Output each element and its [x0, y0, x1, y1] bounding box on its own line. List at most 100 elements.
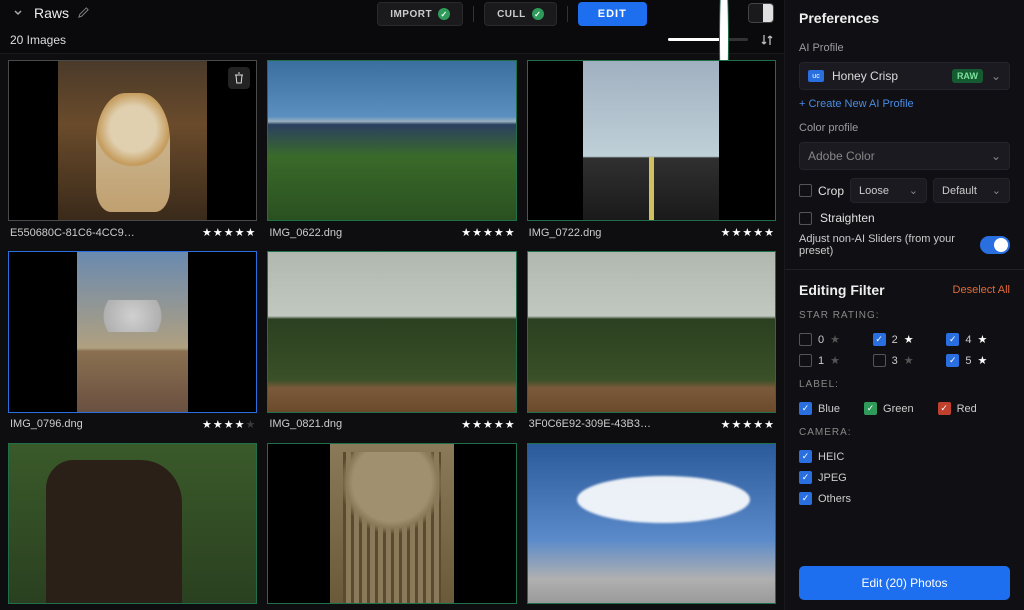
thumbnail[interactable] [527, 251, 776, 412]
star-icon: ★ [494, 418, 504, 431]
camera-filter-option[interactable]: ✓HEIC [799, 450, 1010, 463]
star-icon: ★ [904, 333, 914, 346]
thumbnail-meta: IMG_0622.dng★★★★★ [267, 221, 516, 241]
thumbnail[interactable] [267, 443, 516, 604]
thumbnail[interactable] [527, 443, 776, 604]
rating-stars[interactable]: ★★★★★ [202, 226, 255, 239]
star-icon: ★ [472, 226, 482, 239]
rating-stars[interactable]: ★★★★★ [721, 226, 774, 239]
crop-checkbox[interactable] [799, 184, 812, 197]
star-filter-option[interactable]: 1 ★ [799, 354, 863, 367]
thumbnail-meta: 3F0C6E92-309E-43B3…★★★★★ [527, 413, 776, 433]
edit-tab-button[interactable]: EDIT [578, 2, 647, 26]
subheader: 20 Images [0, 26, 784, 54]
star-icon: ★ [830, 354, 840, 367]
filename-label: IMG_0722.dng [529, 227, 602, 239]
crop-mode-select[interactable]: Loose⌄ [850, 178, 927, 203]
star-rating-label: STAR RATING: [799, 310, 1010, 321]
image-card[interactable] [8, 443, 257, 604]
color-profile-select[interactable]: Adobe Color ⌄ [799, 142, 1010, 170]
star-icon: ★ [904, 354, 914, 367]
checkbox[interactable]: ✓ [864, 402, 877, 415]
workflow-tabs: IMPORT ✓ CULL ✓ EDIT [128, 2, 784, 26]
filename-label: IMG_0821.dng [269, 418, 342, 430]
image-card[interactable]: IMG_0796.dng ★★★★★ [8, 251, 257, 432]
trash-icon[interactable] [228, 67, 250, 89]
star-icon: ★ [224, 226, 234, 239]
create-profile-link[interactable]: + Create New AI Profile [799, 98, 1010, 110]
sort-icon[interactable] [760, 33, 774, 47]
edit-photos-button[interactable]: Edit (20) Photos [799, 566, 1010, 600]
star-icon: ★ [245, 418, 255, 431]
star-filter-option[interactable]: ✓4 ★ [946, 333, 1010, 346]
filename-label: IMG_0796.dng [10, 418, 83, 430]
star-icon: ★ [461, 226, 471, 239]
rating-stars[interactable]: ★★★★★ [461, 226, 514, 239]
checkbox[interactable]: ✓ [799, 450, 812, 463]
star-icon: ★ [505, 418, 515, 431]
thumbnail[interactable] [527, 60, 776, 221]
star-filter-option[interactable]: 3 ★ [873, 354, 937, 367]
label-filter-option[interactable]: ✓Red [938, 402, 977, 415]
image-card[interactable] [527, 443, 776, 604]
checkbox[interactable] [799, 333, 812, 346]
image-card[interactable]: IMG_0622.dng★★★★★ [267, 60, 516, 241]
cull-label: CULL [497, 9, 526, 20]
edit-name-icon[interactable] [77, 6, 91, 20]
chevron-down-icon: ⌄ [992, 184, 1001, 197]
cull-tab[interactable]: CULL ✓ [484, 2, 557, 26]
thumbnail[interactable] [8, 251, 257, 412]
thumbnail[interactable] [8, 443, 257, 604]
straighten-checkbox[interactable] [799, 212, 812, 225]
thumbnail-meta: IMG_0796.dng ★★★★★ [8, 413, 257, 433]
rating-stars[interactable]: ★★★★★ [721, 418, 774, 431]
checkbox[interactable]: ✓ [799, 471, 812, 484]
thumbnail-meta: IMG_0722.dng ★★★★★ [527, 221, 776, 241]
checkbox[interactable]: ✓ [873, 333, 886, 346]
rating-stars[interactable]: ★★★★★ [202, 418, 255, 431]
checkbox[interactable]: ✓ [799, 402, 812, 415]
deselect-all-link[interactable]: Deselect All [953, 284, 1010, 296]
back-chevron-icon[interactable] [10, 5, 26, 21]
thumbnail[interactable] [267, 60, 516, 221]
star-icon: ★ [764, 226, 774, 239]
camera-list: ✓HEIC ✓JPEG ✓Others [799, 450, 1010, 505]
divider [785, 269, 1024, 270]
star-filter-option[interactable]: ✓2 ★ [873, 333, 937, 346]
image-card[interactable]: 3F0C6E92-309E-43B3…★★★★★ [527, 251, 776, 432]
rating-stars[interactable]: ★★★★★ [461, 418, 514, 431]
image-card[interactable] [267, 443, 516, 604]
camera-heading: CAMERA: [799, 427, 1010, 438]
star-filter-option[interactable]: ✓5 ★ [946, 354, 1010, 367]
label-heading: LABEL: [799, 379, 1010, 390]
camera-filter-option[interactable]: ✓Others [799, 492, 1010, 505]
crop-preset-select[interactable]: Default⌄ [933, 178, 1010, 203]
image-grid: E550680C-81C6-4CC9…★★★★★IMG_0622.dng★★★★… [0, 54, 784, 610]
checkbox[interactable]: ✓ [946, 333, 959, 346]
checkbox[interactable] [873, 354, 886, 367]
adjust-sliders-toggle[interactable] [980, 236, 1010, 254]
checkbox[interactable]: ✓ [938, 402, 951, 415]
thumbnail[interactable] [8, 60, 257, 221]
star-icon: ★ [235, 418, 245, 431]
check-icon: ✓ [438, 8, 450, 20]
checkbox[interactable] [799, 354, 812, 367]
label-filter-option[interactable]: ✓Blue [799, 402, 840, 415]
adjust-sliders-label: Adjust non-AI Sliders (from your preset) [799, 233, 972, 257]
thumbnail-size-slider[interactable] [668, 38, 748, 41]
import-tab[interactable]: IMPORT ✓ [377, 2, 463, 26]
thumbnail[interactable] [267, 251, 516, 412]
star-filter-option[interactable]: 0 ★ [799, 333, 863, 346]
image-card[interactable]: IMG_0821.dng ★★★★★ [267, 251, 516, 432]
separator [567, 6, 568, 22]
camera-filter-option[interactable]: ✓JPEG [799, 471, 1010, 484]
checkbox[interactable]: ✓ [946, 354, 959, 367]
star-icon: ★ [245, 226, 255, 239]
image-card[interactable]: E550680C-81C6-4CC9…★★★★★ [8, 60, 257, 241]
image-card[interactable]: IMG_0722.dng ★★★★★ [527, 60, 776, 241]
checkbox[interactable]: ✓ [799, 492, 812, 505]
star-icon: ★ [764, 418, 774, 431]
ai-profile-select[interactable]: uc Honey Crisp RAW ⌄ [799, 62, 1010, 90]
label-filter-option[interactable]: ✓Green [864, 402, 914, 415]
star-icon: ★ [977, 333, 987, 346]
